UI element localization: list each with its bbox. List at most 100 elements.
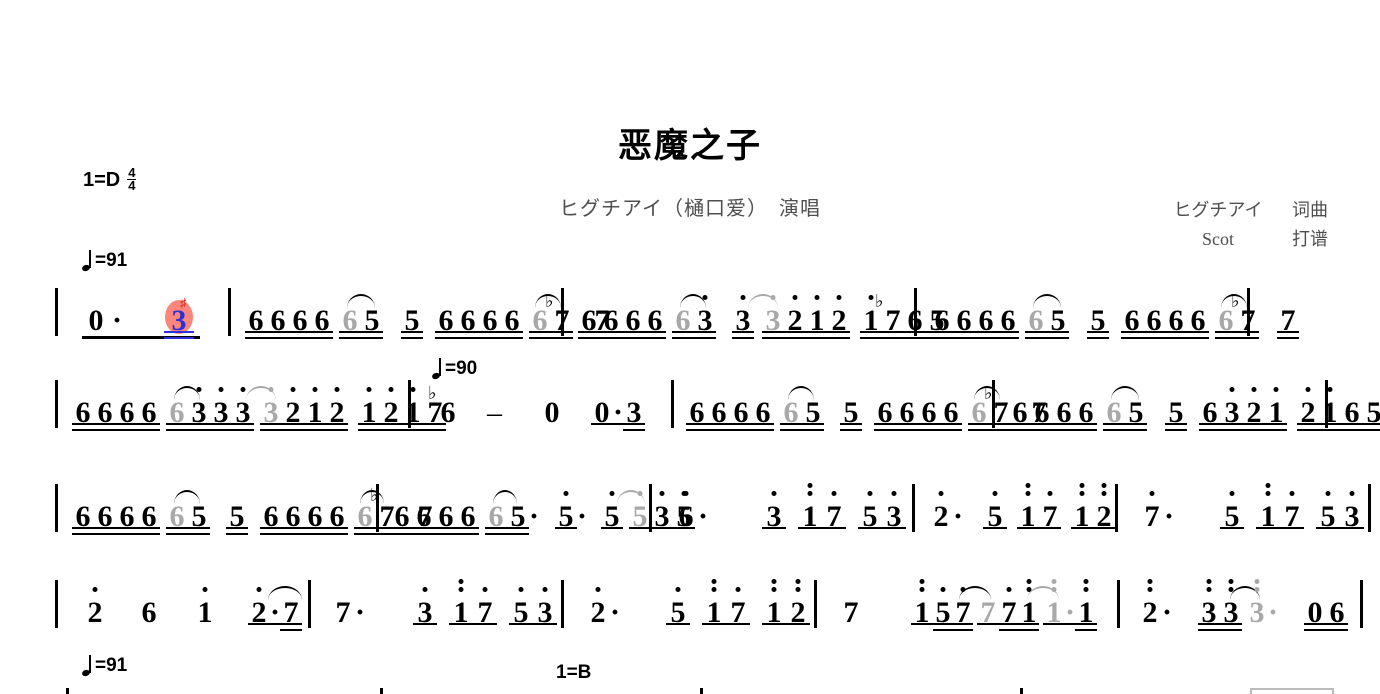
beam-group[interactable]: 6 5 — [1025, 286, 1069, 339]
measure-2[interactable]: 6 6 6 6 6 5 5 6 6 6 6 6 7 ♭ 7 — [231, 286, 613, 342]
measure-9[interactable]: 6 6 6 6 6 5 5 6 6 6 6 6 7 ♭ 7 — [58, 482, 436, 538]
beam-group[interactable]: 1 7 — [702, 578, 751, 628]
beam-group[interactable]: 6 6 6 6 — [578, 286, 666, 339]
note[interactable]: 6 — [708, 378, 730, 428]
note[interactable]: 0 — [80, 286, 112, 336]
note[interactable]: 6 — [138, 482, 160, 532]
note[interactable]: 7 ♭ — [875, 286, 904, 336]
note[interactable]: 7 ♭ — [1231, 286, 1259, 336]
note[interactable]: 5 — [666, 578, 690, 628]
note[interactable]: 1 — [304, 378, 326, 428]
note[interactable]: 3 — [882, 482, 906, 532]
note[interactable]: 2 — [1138, 578, 1162, 628]
note[interactable]: 5 — [858, 482, 882, 532]
beam-group[interactable]: 6 5 — [780, 378, 824, 431]
beam-group[interactable]: 7 7 1 — [959, 578, 1039, 631]
beam-group[interactable]: 5 3 — [509, 578, 558, 628]
beam-group[interactable]: 5 — [226, 482, 248, 535]
beam-group[interactable]: 6 3 — [672, 286, 716, 339]
note[interactable]: 6 — [1053, 378, 1075, 428]
note[interactable]: 1 — [1071, 482, 1093, 532]
note[interactable]: 6 — [674, 482, 698, 532]
note-tied[interactable]: 6 — [166, 482, 188, 532]
note[interactable]: 6 — [874, 378, 896, 428]
note-tied[interactable]: 3 — [762, 286, 784, 336]
note[interactable]: 7 — [726, 578, 750, 628]
note-tied[interactable]: 6 — [166, 378, 188, 428]
note[interactable]: 5 — [983, 482, 1007, 532]
note[interactable]: 6 — [975, 286, 997, 336]
beam-group[interactable]: 5 — [983, 482, 1008, 532]
note-tied[interactable]: 1 — [1043, 578, 1065, 628]
measure-6[interactable]: 6 – 0 0 · 3 — [411, 378, 671, 434]
note[interactable]: 6 — [457, 286, 479, 336]
note-active-cursor[interactable]: ♯ 3 — [164, 286, 195, 339]
beam-group[interactable]: 6 6 6 6 — [260, 482, 348, 535]
note[interactable]: 6 — [435, 482, 457, 532]
note[interactable]: 1 — [1319, 378, 1341, 428]
beam-group[interactable]: 3 · — [1230, 578, 1278, 628]
note[interactable]: 6 — [94, 378, 116, 428]
note[interactable]: 6 — [72, 482, 94, 532]
note[interactable]: 6 — [413, 482, 435, 532]
note[interactable]: 6 — [600, 286, 622, 336]
note[interactable]: 3 — [762, 482, 786, 532]
note[interactable]: 6 — [116, 378, 138, 428]
note[interactable]: 1 — [911, 578, 933, 628]
measure-17[interactable]: 7 1 5 7 7 7 1 1 · 1 — [817, 578, 1117, 634]
note[interactable]: 6 — [435, 378, 461, 428]
beam-group[interactable]: 2 · 7 — [248, 578, 303, 631]
beam-group[interactable]: 7 — [1277, 286, 1299, 339]
note[interactable]: 6 — [1199, 378, 1221, 428]
measure-7[interactable]: 6 6 6 6 6 5 5 6 6 6 6 6 7 ♭ 7 — [674, 378, 1050, 434]
note[interactable]: 1 — [1256, 482, 1280, 532]
beam-group[interactable]: 5 — [1165, 378, 1187, 431]
note-tied[interactable]: 3 — [260, 378, 282, 428]
note[interactable]: 5 — [226, 482, 248, 532]
note-tied[interactable]: 5 — [629, 482, 651, 532]
note[interactable]: 2 — [784, 286, 806, 336]
note[interactable]: 3 — [210, 378, 232, 428]
beam-group[interactable]: 0 · 3 — [591, 378, 646, 431]
beam-group[interactable]: 6 6 6 6 — [931, 286, 1019, 339]
note[interactable]: 6 — [686, 378, 708, 428]
note[interactable]: 5 — [1363, 378, 1380, 428]
beam-group[interactable]: 5 3 — [1316, 482, 1365, 532]
beam-group[interactable]: 0 6 — [1304, 578, 1349, 631]
note[interactable]: 3 — [413, 578, 437, 628]
beam-group[interactable]: 6 6 6 6 — [686, 378, 774, 431]
note[interactable]: 6 — [72, 378, 94, 428]
note[interactable]: 6 — [304, 482, 326, 532]
note[interactable]: 7 — [839, 578, 863, 628]
note[interactable]: 1 — [358, 378, 380, 428]
note[interactable]: 1 — [1075, 578, 1098, 631]
note[interactable]: 6 — [1341, 378, 1363, 428]
note[interactable]: 5 — [1316, 482, 1340, 532]
note[interactable]: 6 — [260, 482, 282, 532]
note-tied[interactable]: 3 — [1246, 578, 1268, 628]
note[interactable]: 1 — [192, 578, 218, 628]
note[interactable]: 6 — [1121, 286, 1143, 336]
note[interactable]: 2 — [326, 378, 348, 428]
note[interactable]: 6 — [578, 286, 600, 336]
beam-group[interactable]: 3 2 1 2 — [748, 286, 850, 339]
beam-group[interactable]: 6 7 ♭ — [1215, 286, 1259, 339]
note-tied[interactable]: 6 — [672, 286, 694, 336]
note[interactable]: 2 — [380, 378, 402, 428]
beam-group[interactable]: 1 5 7 — [911, 578, 973, 631]
note[interactable]: 1 — [1019, 578, 1039, 631]
note[interactable]: 6 — [311, 286, 333, 336]
beam-group[interactable]: 6 6 6 6 — [245, 286, 333, 339]
measure-1[interactable]: 0 · ♯ 3 — [58, 286, 228, 342]
beam-group[interactable]: 6 6 6 6 — [391, 482, 479, 535]
note[interactable]: 3 — [232, 378, 254, 428]
note[interactable]: 1 — [1017, 482, 1039, 532]
beam-group[interactable]: 6 5 — [166, 482, 210, 535]
rest-note[interactable]: 0 — [539, 378, 565, 428]
beam-group[interactable]: 1 7 — [1256, 482, 1305, 532]
rest-note[interactable]: 0 — [591, 378, 613, 428]
beam-group[interactable]: 6 6 6 6 — [435, 286, 523, 339]
beam-group[interactable]: 3 — [732, 286, 754, 339]
note[interactable]: 1 — [806, 286, 828, 336]
note-tied[interactable]: 6 — [1103, 378, 1125, 428]
